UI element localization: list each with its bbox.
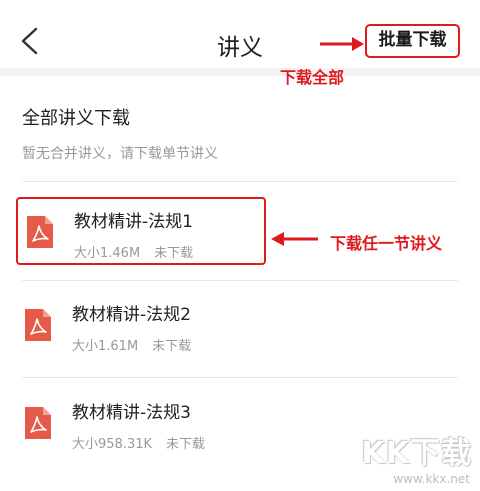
- pdf-file-icon: [25, 309, 51, 341]
- section-divider: [22, 181, 458, 182]
- handout-size: 大小1.46M: [74, 246, 141, 261]
- download-status: 未下载: [166, 437, 206, 452]
- all-handouts-download-subtitle: 暂无合并讲义，请下载单节讲义: [22, 146, 218, 162]
- list-divider: [22, 377, 458, 378]
- top-navigation-bar: 讲义 批量下载: [0, 0, 480, 68]
- annotation-download-all: 下载全部: [280, 68, 345, 87]
- handout-size: 大小958.31K: [72, 437, 153, 452]
- pdf-file-icon: [25, 407, 51, 439]
- handout-item[interactable]: 教材精讲-法规2 大小1.61M 未下载: [16, 292, 266, 360]
- handout-name: 教材精讲-法规3: [72, 403, 191, 423]
- watermark-url: www.kkx.net: [393, 472, 470, 486]
- handout-item[interactable]: 教材精讲-法规1 大小1.46M 未下载: [16, 197, 266, 265]
- handout-name: 教材精讲-法规2: [72, 305, 191, 325]
- annotation-arrow-batch: [320, 37, 364, 51]
- all-handouts-download-title[interactable]: 全部讲义下载: [22, 104, 130, 130]
- list-divider: [22, 280, 458, 281]
- handout-meta: 大小958.31K 未下载: [72, 433, 205, 452]
- handout-item[interactable]: 教材精讲-法规3 大小958.31K 未下载: [16, 390, 266, 458]
- annotation-arrow-item: [271, 232, 318, 246]
- handout-size: 大小1.61M: [72, 339, 139, 354]
- header-divider: [0, 68, 480, 76]
- handout-meta: 大小1.61M 未下载: [72, 335, 191, 354]
- batch-download-button[interactable]: 批量下载: [365, 24, 460, 58]
- download-status: 未下载: [154, 246, 194, 261]
- handout-name: 教材精讲-法规1: [74, 212, 193, 232]
- download-status: 未下载: [152, 339, 192, 354]
- pdf-file-icon: [27, 216, 53, 248]
- annotation-download-any-section: 下载任一节讲义: [330, 234, 443, 253]
- watermark-logo-text: KK下载: [361, 436, 472, 471]
- handout-meta: 大小1.46M 未下载: [74, 242, 193, 261]
- handout-page: 讲义 批量下载 下载全部 全部讲义下载 暂无合并讲义，请下载单节讲义 教材精讲-…: [0, 0, 480, 491]
- site-watermark: KK下载 www.kkx.net: [360, 428, 476, 488]
